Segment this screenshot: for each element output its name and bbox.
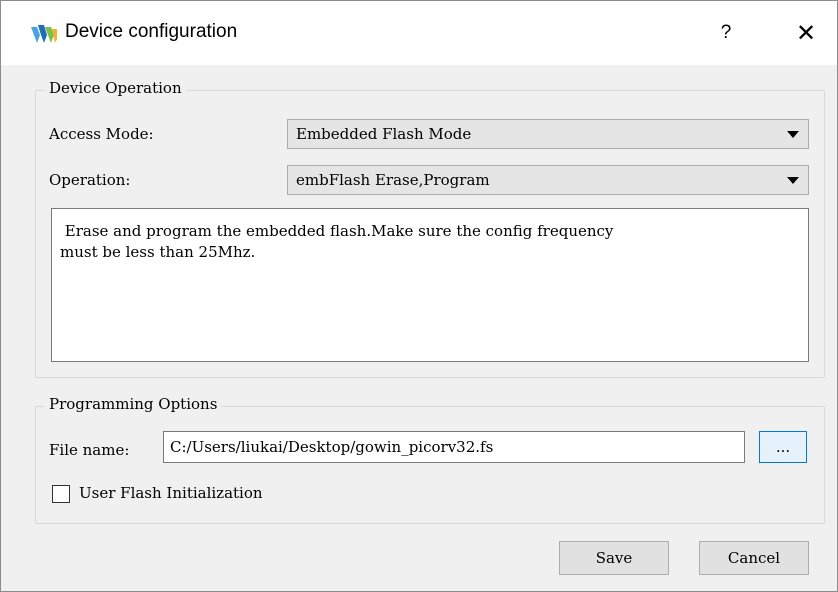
device-operation-group-title: Device Operation [45, 79, 186, 97]
access-mode-value: Embedded Flash Mode [296, 125, 472, 143]
chevron-down-icon [787, 131, 799, 138]
title-bar[interactable]: Device configuration ? ✕ [1, 1, 837, 65]
programming-options-group [35, 406, 825, 524]
device-configuration-dialog: Device configuration ? ✕ Device Operatio… [0, 0, 838, 592]
file-name-label: File name: [49, 441, 130, 459]
window-title: Device configuration [65, 21, 238, 42]
file-name-input[interactable] [163, 431, 745, 463]
close-button[interactable]: ✕ [789, 17, 823, 49]
operation-label: Operation: [49, 171, 131, 189]
access-mode-select[interactable]: Embedded Flash Mode [287, 119, 809, 149]
save-button[interactable]: Save [559, 541, 669, 575]
browse-button[interactable]: ... [759, 431, 807, 463]
programming-options-group-title: Programming Options [45, 395, 222, 413]
cancel-button[interactable]: Cancel [699, 541, 809, 575]
operation-description[interactable]: Erase and program the embedded flash.Mak… [51, 208, 809, 362]
operation-select[interactable]: embFlash Erase,Program [287, 165, 809, 195]
access-mode-label: Access Mode: [49, 125, 154, 143]
gowin-logo-icon [31, 25, 57, 43]
operation-value: embFlash Erase,Program [296, 171, 490, 189]
chevron-down-icon [787, 177, 799, 184]
help-button[interactable]: ? [709, 17, 743, 49]
user-flash-init-label[interactable]: User Flash Initialization [79, 484, 263, 502]
user-flash-init-checkbox[interactable] [52, 485, 70, 503]
